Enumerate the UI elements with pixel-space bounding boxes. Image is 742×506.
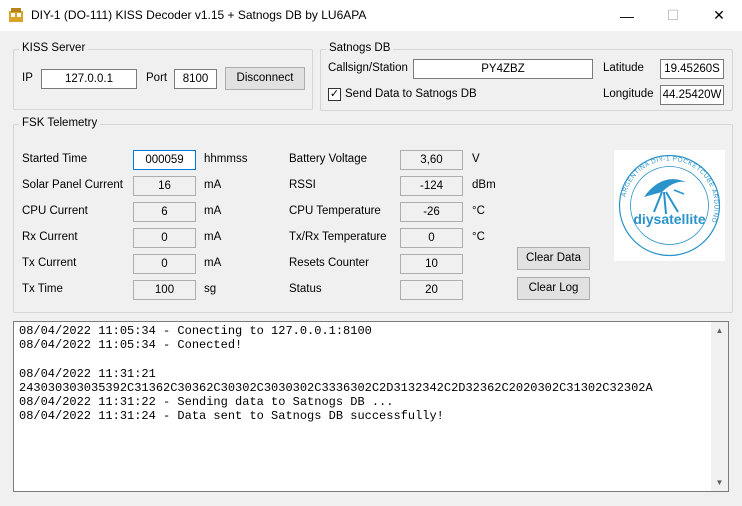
maximize-button: ☐ — [650, 0, 696, 31]
rx-current-label: Rx Current — [22, 231, 78, 243]
txrx-temperature-unit: °C — [472, 231, 485, 243]
tx-time-unit: sg — [204, 283, 217, 295]
started-time-label: Started Time — [22, 153, 88, 165]
cpu-temperature-label: CPU Temperature — [289, 205, 381, 217]
diysatellite-logo: ARGENTINA DIY-1 POCKETCUBE ARDUINO diysa… — [614, 150, 725, 261]
title-bar[interactable]: DIY-1 (DO-111) KISS Decoder v1.15 + Satn… — [0, 0, 742, 31]
started-time-unit: hhmmss — [204, 153, 248, 165]
satellite-logo-icon: ARGENTINA DIY-1 POCKETCUBE ARDUINO diysa… — [618, 154, 721, 257]
longitude-input[interactable]: 44.25420W — [660, 85, 724, 105]
solar-panel-current-unit: mA — [204, 179, 222, 191]
check-icon: ✓ — [329, 88, 340, 100]
cpu-current-unit: mA — [204, 205, 222, 217]
port-input[interactable]: 8100 — [174, 69, 217, 89]
send-to-satnogs-checkbox[interactable]: ✓ — [328, 88, 341, 101]
log-lines: 08/04/2022 11:05:34 - Conecting to 127.0… — [19, 324, 653, 423]
clear-log-button[interactable]: Clear Log — [517, 277, 590, 300]
logo-text: diysatellite — [633, 211, 706, 227]
send-to-satnogs-label: Send Data to Satnogs DB — [345, 88, 477, 100]
longitude-label: Longitude — [603, 88, 654, 100]
app-icon — [9, 8, 23, 22]
ip-input[interactable]: 127.0.0.1 — [41, 69, 137, 89]
tx-current-unit: mA — [204, 257, 222, 269]
log-scrollbar[interactable]: ▲ ▼ — [711, 322, 728, 491]
tx-current-label: Tx Current — [22, 257, 77, 269]
telemetry-title: FSK Telemetry — [19, 117, 101, 129]
status-value: 20 — [400, 280, 463, 300]
status-label: Status — [289, 283, 322, 295]
callsign-label: Callsign/Station — [328, 62, 408, 74]
port-label: Port — [146, 72, 168, 84]
minimize-button[interactable]: — — [604, 0, 650, 31]
resets-counter-label: Resets Counter — [289, 257, 369, 269]
ip-label: IP — [22, 72, 33, 84]
log-line: 08/04/2022 11:05:34 - Conecting to 127.0… — [19, 324, 372, 338]
tx-time-value: 100 — [133, 280, 196, 300]
rx-current-unit: mA — [204, 231, 222, 243]
solar-panel-current-value: 16 — [133, 176, 196, 196]
callsign-input[interactable]: PY4ZBZ — [413, 59, 593, 79]
clear-data-button[interactable]: Clear Data — [517, 247, 590, 270]
satnogs-title: Satnogs DB — [326, 42, 394, 54]
rx-current-value: 0 — [133, 228, 196, 248]
txrx-temperature-label: Tx/Rx Temperature — [289, 231, 387, 243]
battery-voltage-label: Battery Voltage — [289, 153, 367, 165]
minimize-icon: — — [620, 7, 634, 24]
solar-panel-current-label: Solar Panel Current — [22, 179, 123, 191]
txrx-temperature-value: 0 — [400, 228, 463, 248]
tx-time-label: Tx Time — [22, 283, 63, 295]
log-line: 08/04/2022 11:31:21 — [19, 366, 156, 381]
latitude-label: Latitude — [603, 62, 644, 74]
cpu-temperature-unit: °C — [472, 205, 485, 217]
latitude-input[interactable]: 19.45260S — [660, 59, 724, 79]
kiss-server-title: KISS Server — [19, 42, 89, 54]
rssi-unit: dBm — [472, 179, 496, 191]
cpu-current-value: 6 — [133, 202, 196, 222]
started-time-input[interactable]: 000059 — [133, 150, 196, 170]
scroll-down-icon[interactable]: ▼ — [711, 474, 728, 491]
close-icon: ✕ — [713, 7, 725, 23]
cpu-temperature-value: -26 — [400, 202, 463, 222]
close-button[interactable]: ✕ — [696, 0, 742, 31]
maximize-icon: ☐ — [666, 7, 680, 23]
tx-current-value: 0 — [133, 254, 196, 274]
window-title: DIY-1 (DO-111) KISS Decoder v1.15 + Satn… — [31, 8, 367, 22]
battery-voltage-value: 3,60 — [400, 150, 463, 170]
disconnect-button[interactable]: Disconnect — [225, 67, 305, 90]
battery-voltage-unit: V — [472, 153, 480, 165]
log-line: 243030303035392C31362C30362C30302C303030… — [19, 380, 653, 395]
rssi-value: -124 — [400, 176, 463, 196]
log-line: 08/04/2022 11:31:22 - Sending data to Sa… — [19, 394, 394, 409]
log-line: 08/04/2022 11:05:34 - Conected! — [19, 338, 243, 353]
scroll-up-icon[interactable]: ▲ — [711, 322, 728, 339]
resets-counter-value: 10 — [400, 254, 463, 274]
rssi-label: RSSI — [289, 179, 316, 191]
log-textarea[interactable]: 08/04/2022 11:05:34 - Conecting to 127.0… — [13, 321, 729, 492]
cpu-current-label: CPU Current — [22, 205, 88, 217]
log-line: 08/04/2022 11:31:24 - Data sent to Satno… — [19, 409, 444, 424]
